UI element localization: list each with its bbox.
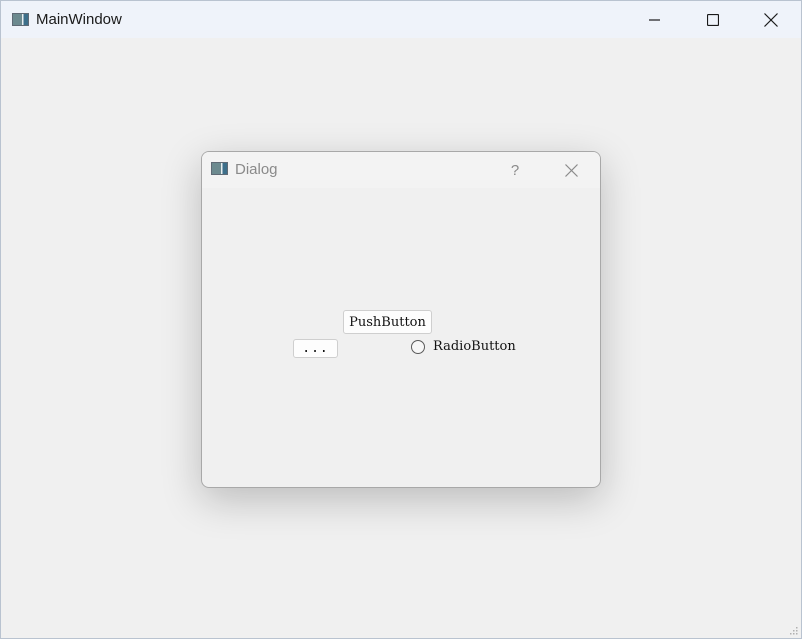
- main-titlebar[interactable]: MainWindow: [1, 1, 801, 38]
- maximize-icon: [707, 13, 719, 26]
- dialog-titlebar[interactable]: Dialog ?: [202, 152, 600, 188]
- main-window-title: MainWindow: [36, 11, 122, 28]
- maximize-button[interactable]: [684, 1, 742, 38]
- close-icon: [764, 12, 778, 27]
- push-button[interactable]: PushButton: [343, 310, 432, 334]
- minimize-icon: [649, 18, 660, 21]
- app-window-icon: [12, 13, 29, 26]
- close-button[interactable]: [742, 1, 800, 38]
- help-button[interactable]: ?: [490, 152, 540, 188]
- radio-button[interactable]: RadioButton: [411, 339, 516, 354]
- dialog-window: Dialog ? PushButton ... RadioButton: [201, 151, 601, 488]
- radio-button-label: RadioButton: [433, 339, 516, 354]
- app-window-icon: [211, 162, 228, 175]
- dialog-close-button[interactable]: [545, 152, 597, 188]
- dialog-title: Dialog: [235, 161, 278, 178]
- tool-button[interactable]: ...: [293, 339, 338, 358]
- resize-grip-icon[interactable]: [790, 627, 798, 635]
- minimize-button[interactable]: [626, 1, 684, 38]
- close-icon: [564, 163, 578, 177]
- radio-circle-icon[interactable]: [411, 339, 425, 354]
